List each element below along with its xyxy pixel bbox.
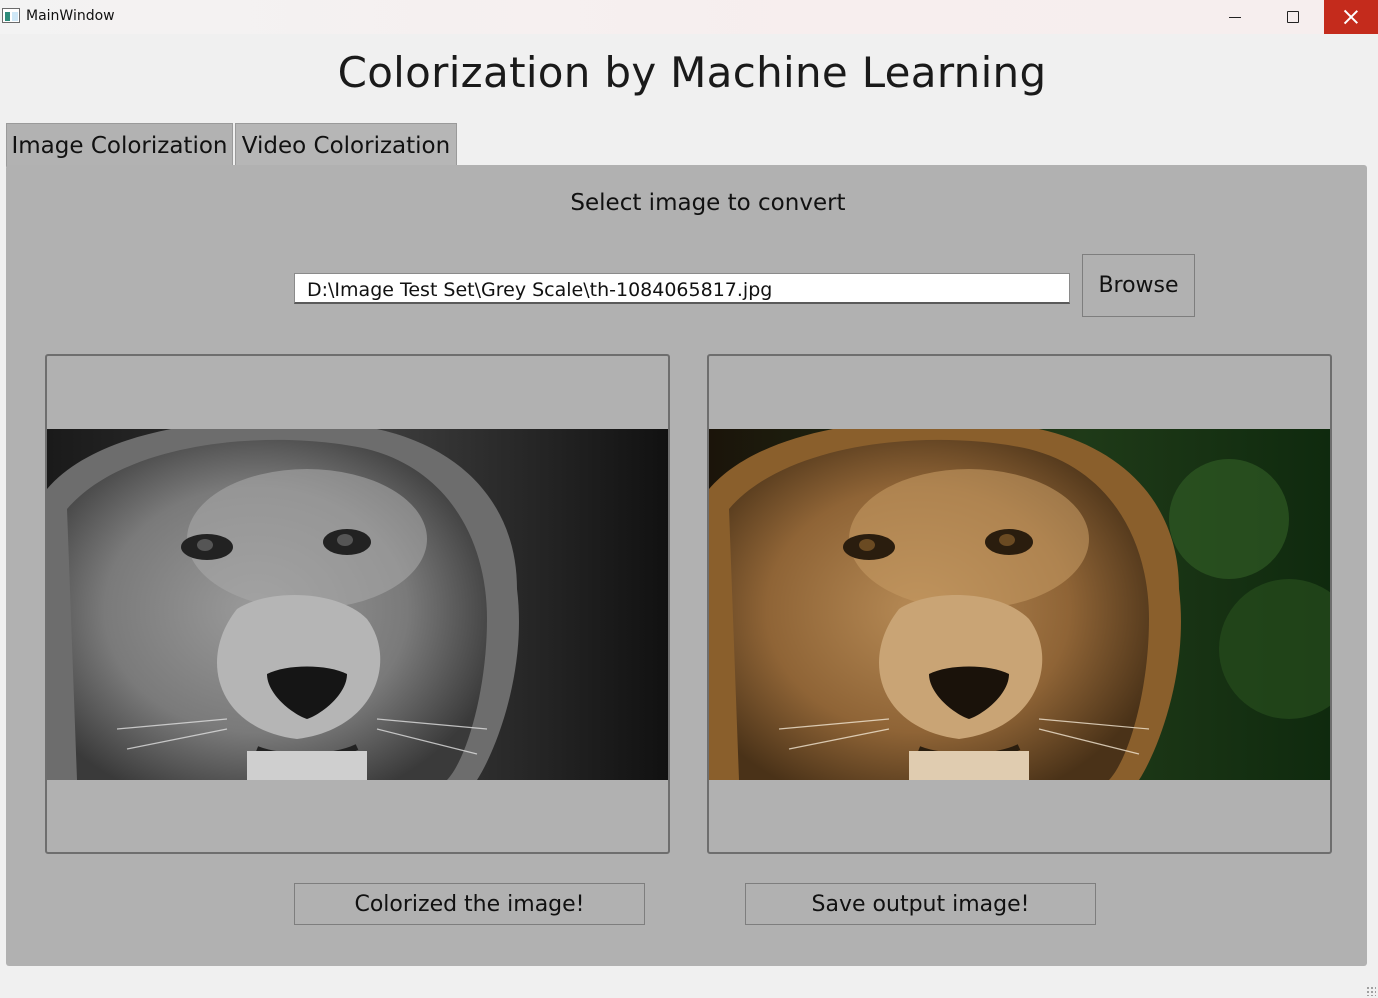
page-title: Colorization by Machine Learning (337, 48, 1047, 97)
minimize-icon (1229, 16, 1241, 18)
app-window-icon (2, 8, 20, 23)
select-image-label: Select image to convert (570, 190, 846, 216)
main-window: MainWindow Colorization by Machine Learn… (0, 0, 1378, 998)
close-icon (1344, 10, 1358, 24)
output-image-frame (707, 354, 1332, 854)
input-image-frame (45, 354, 670, 854)
window-title: MainWindow (26, 8, 115, 24)
grayscale-lion-image (47, 429, 668, 780)
maximize-icon (1287, 11, 1299, 23)
tab-video-colorization[interactable]: Video Colorization (235, 123, 457, 167)
minimize-button[interactable] (1206, 0, 1264, 34)
title-bar[interactable]: MainWindow (0, 0, 1378, 34)
maximize-button[interactable] (1264, 0, 1322, 34)
tab-image-colorization[interactable]: Image Colorization (6, 123, 233, 167)
colorized-lion-image (709, 429, 1330, 780)
colorize-button[interactable]: Colorized the image! (294, 883, 645, 925)
save-output-button[interactable]: Save output image! (745, 883, 1096, 925)
browse-button[interactable]: Browse (1082, 254, 1195, 317)
image-path-input[interactable]: D:\Image Test Set\Grey Scale\th-10840658… (294, 273, 1070, 304)
resize-grip-icon[interactable] (1366, 986, 1376, 996)
close-button[interactable] (1324, 0, 1378, 34)
